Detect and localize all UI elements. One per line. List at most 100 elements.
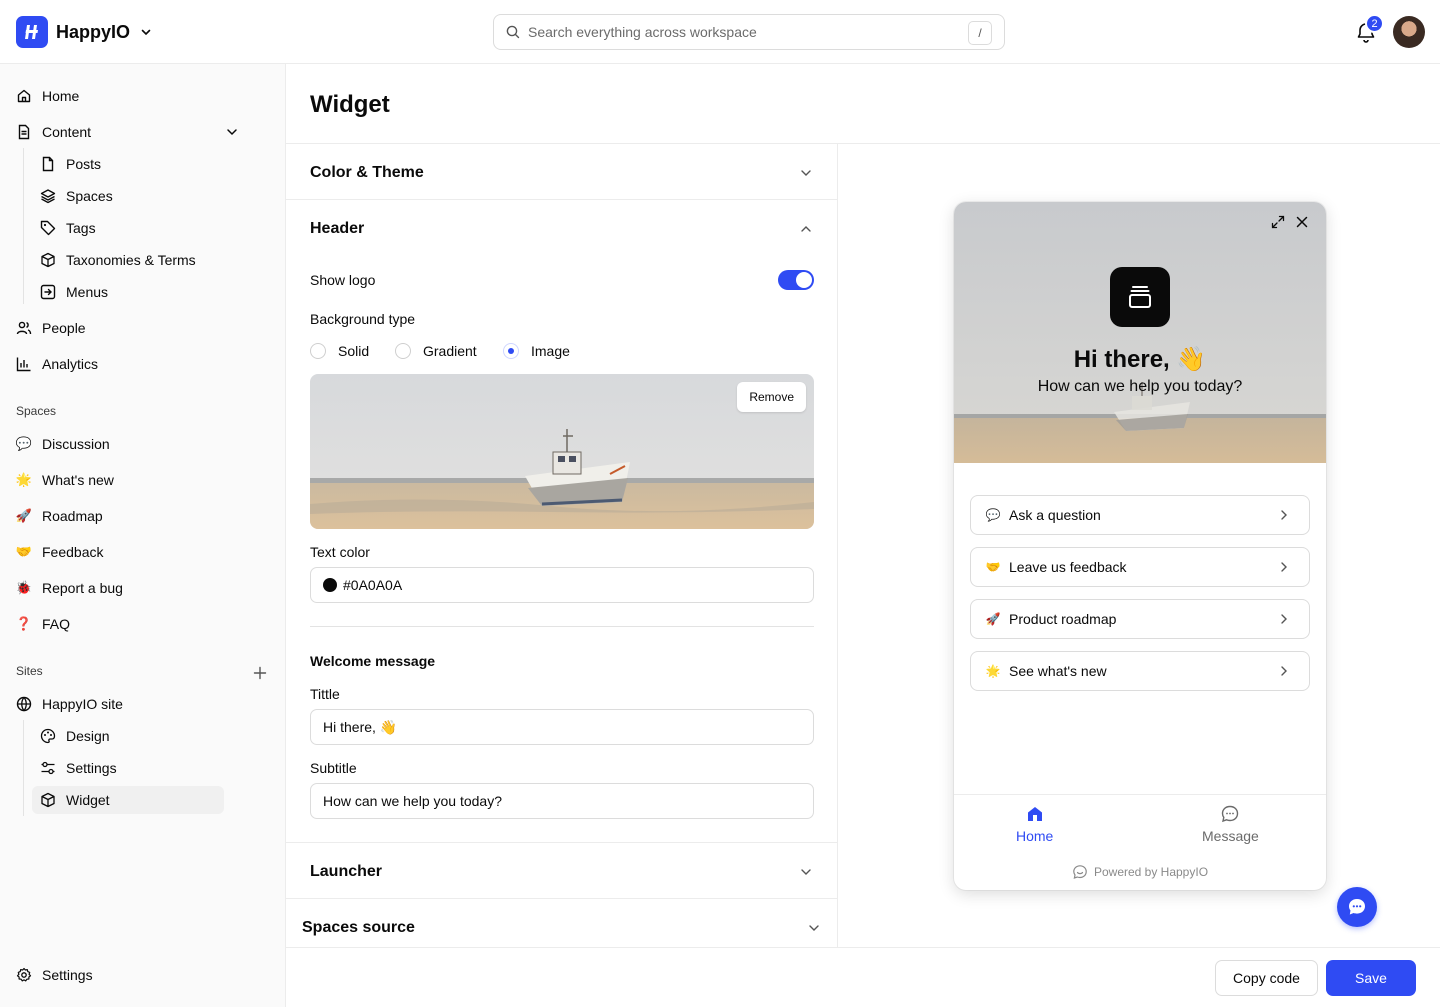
widget-preview-area: Hi there, 👋 How can we help you today? 💬… <box>839 144 1440 947</box>
background-image-preview: Remove <box>310 374 814 529</box>
divider <box>286 842 838 843</box>
chevron-down-icon[interactable] <box>798 864 814 880</box>
copy-code-button[interactable]: Copy code <box>1215 960 1318 996</box>
chevron-down-icon[interactable] <box>798 165 814 181</box>
chevron-right-icon <box>1281 614 1287 624</box>
sidebar-site-settings[interactable]: Settings <box>40 756 117 780</box>
sidebar-site-widget[interactable]: Widget <box>40 788 110 812</box>
handshake-icon: 🤝 <box>15 544 33 559</box>
powered-by-text: Powered by HappyIO <box>1093 865 1209 879</box>
sidebar: Home Content Posts Spaces Tags Taxonomie… <box>0 64 286 1007</box>
sidebar-item-label: Settings <box>42 967 93 983</box>
sidebar-item-label: Spaces <box>66 188 113 204</box>
workspace-switcher[interactable]: HappyIO <box>16 16 152 48</box>
text-color-label: Text color <box>310 544 370 560</box>
widget-link-label: Leave us feedback <box>1009 559 1127 575</box>
widget-tab-home[interactable]: Home <box>1016 804 1053 844</box>
sidebar-space-whats-new[interactable]: 🌟 What's new <box>16 468 114 492</box>
widget-tab-message[interactable]: Message <box>1202 804 1259 844</box>
global-search-input[interactable]: Search everything across workspace / <box>493 14 1005 50</box>
menu-icon <box>40 284 56 300</box>
section-color-theme-toggle[interactable]: Color & Theme <box>310 164 424 182</box>
sidebar-item-label: Home <box>42 88 80 104</box>
sidebar-item-taxonomies[interactable]: Taxonomies & Terms <box>40 248 196 272</box>
background-radio-solid[interactable]: Solid <box>310 343 369 359</box>
sidebar-site-happyio[interactable]: HappyIO site <box>16 692 123 716</box>
chevron-down-icon <box>141 29 151 36</box>
sidebar-item-label: Tags <box>66 220 96 236</box>
chat-bubble-icon <box>1349 899 1365 915</box>
home-icon <box>16 88 32 104</box>
close-icon[interactable] <box>1294 214 1310 230</box>
sidebar-space-roadmap[interactable]: 🚀 Roadmap <box>16 504 103 528</box>
widget-tab-label: Message <box>1202 828 1259 844</box>
sidebar-space-faq[interactable]: ❓ FAQ <box>16 612 70 636</box>
rocket-icon: 🚀 <box>15 508 33 523</box>
section-launcher-toggle[interactable]: Launcher <box>310 863 382 881</box>
sidebar-item-tags[interactable]: Tags <box>40 216 96 240</box>
sidebar-item-posts[interactable]: Posts <box>40 152 101 176</box>
sidebar-item-spaces[interactable]: Spaces <box>40 184 113 208</box>
notification-count-badge: 2 <box>1365 14 1384 33</box>
sidebar-item-analytics[interactable]: Analytics <box>16 352 98 376</box>
sidebar-item-menus[interactable]: Menus <box>40 280 108 304</box>
background-radio-image[interactable]: Image <box>503 343 570 359</box>
widget-link-whats-new[interactable]: 🌟 See what's new <box>970 651 1310 691</box>
sidebar-item-settings[interactable]: Settings <box>16 963 93 987</box>
cube-icon <box>40 792 56 808</box>
user-avatar[interactable] <box>1393 16 1425 48</box>
chevron-down-icon <box>227 129 237 136</box>
background-radio-gradient[interactable]: Gradient <box>395 343 477 359</box>
widget-greeting: Hi there, 👋 <box>1073 346 1207 373</box>
show-logo-toggle[interactable] <box>778 270 814 290</box>
tag-icon <box>40 220 56 236</box>
chevron-right-icon <box>1281 666 1287 676</box>
gear-icon <box>16 967 32 983</box>
sidebar-item-home[interactable]: Home <box>16 84 79 108</box>
save-button[interactable]: Save <box>1326 960 1416 996</box>
document-icon <box>16 124 32 140</box>
expand-icon[interactable] <box>1270 214 1286 230</box>
search-placeholder: Search everything across workspace <box>528 24 757 40</box>
powered-by: Powered by HappyIO <box>954 864 1326 880</box>
sidebar-space-discussion[interactable]: 💬 Discussion <box>16 432 110 456</box>
text-color-input[interactable]: #0A0A0A <box>310 567 814 603</box>
sidebar-space-feedback[interactable]: 🤝 Feedback <box>15 540 104 564</box>
spaces-section-heading: Spaces <box>16 404 57 418</box>
widget-link-label: See what's new <box>1009 663 1107 679</box>
chevron-right-icon <box>1281 510 1287 520</box>
section-header-toggle[interactable]: Header <box>310 220 364 238</box>
sidebar-item-label: FAQ <box>42 616 71 632</box>
welcome-title-input[interactable]: Hi there, 👋 <box>310 709 814 745</box>
show-logo-label: Show logo <box>310 272 376 288</box>
sidebar-item-label: Feedback <box>42 544 104 560</box>
widget-link-roadmap[interactable]: 🚀 Product roadmap <box>970 599 1310 639</box>
sidebar-item-label: Taxonomies & Terms <box>66 252 196 268</box>
search-shortcut-key: / <box>968 21 992 45</box>
sliders-icon <box>40 760 56 776</box>
widget-hero: Hi there, 👋 How can we help you today? <box>954 202 1326 463</box>
file-icon <box>40 156 56 172</box>
chevron-down-icon[interactable] <box>806 920 822 936</box>
sidebar-item-label: People <box>42 320 86 336</box>
widget-link-label: Ask a question <box>1009 507 1101 523</box>
welcome-subtitle-input[interactable]: How can we help you today? <box>310 783 814 819</box>
add-site-plus-icon[interactable] <box>253 666 267 680</box>
widget-link-ask-question[interactable]: 💬 Ask a question <box>970 495 1310 535</box>
radio-label: Solid <box>338 343 370 359</box>
remove-image-button[interactable]: Remove <box>737 382 806 412</box>
sidebar-space-report-bug[interactable]: 🐞 Report a bug <box>16 576 123 600</box>
sidebar-item-content[interactable]: Content <box>16 120 246 144</box>
sidebar-item-people[interactable]: People <box>16 316 86 340</box>
section-spaces-source-toggle[interactable]: Spaces source <box>302 919 415 937</box>
sidebar-item-label: Widget <box>66 792 110 808</box>
sidebar-item-label: HappyIO site <box>42 696 123 712</box>
home-icon <box>1027 807 1042 821</box>
chevron-up-icon[interactable] <box>798 221 814 237</box>
widget-launcher-button[interactable] <box>1337 887 1377 927</box>
sidebar-site-design[interactable]: Design <box>40 724 110 748</box>
subtitle-field-label: Subtitle <box>310 760 357 776</box>
widget-link-feedback[interactable]: 🤝 Leave us feedback <box>970 547 1310 587</box>
text-color-value: #0A0A0A <box>343 577 403 593</box>
sidebar-item-label: Roadmap <box>42 508 103 524</box>
